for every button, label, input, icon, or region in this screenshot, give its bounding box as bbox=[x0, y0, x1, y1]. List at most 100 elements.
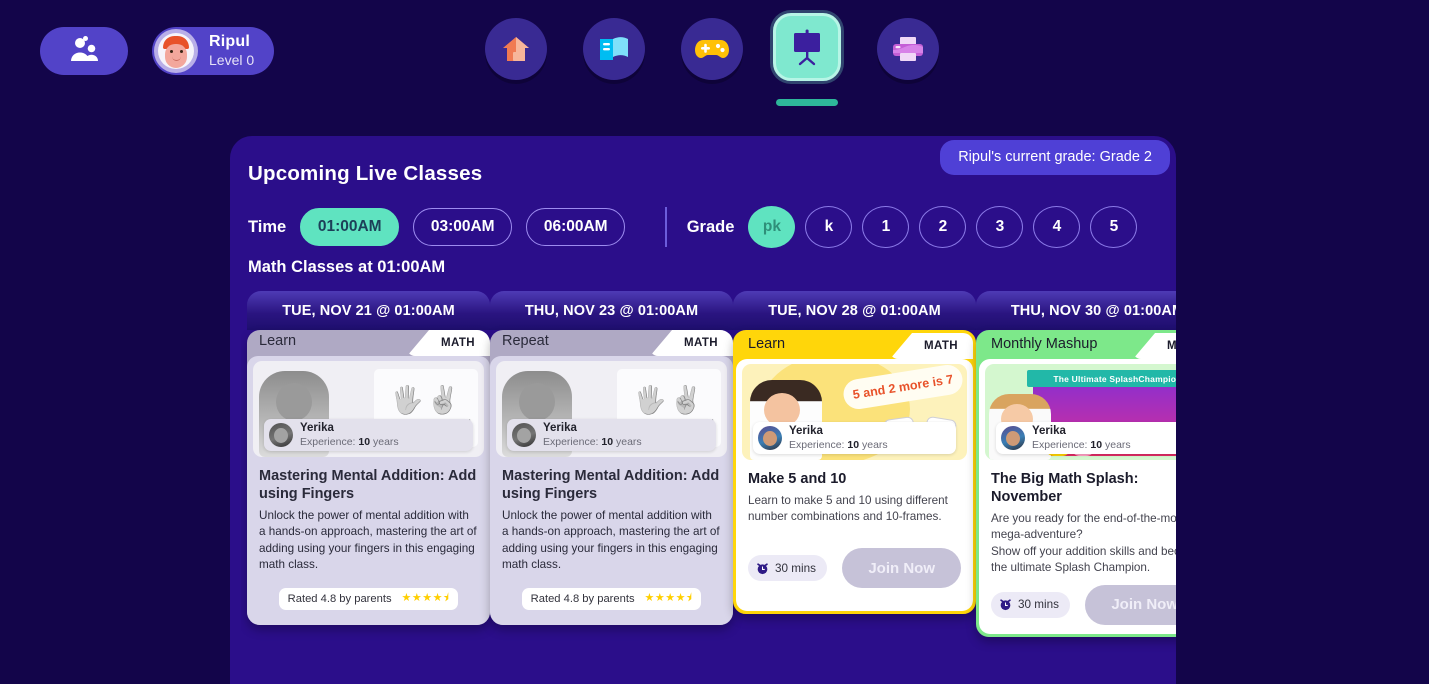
class-card-2[interactable]: TUE, NOV 28 @ 01:00AM Learn MATH 5 and 2… bbox=[733, 291, 976, 615]
rating-text: Rated 4.8 by parents bbox=[530, 592, 635, 605]
class-card-inner[interactable]: Monthly Mashup MATH The Ultimate SplashC… bbox=[976, 330, 1176, 637]
card-thumbnail: 🖐✌ 5 and 2 more is 7 Yerika Experience: … bbox=[496, 361, 727, 457]
card-description: Are you ready for the end-of-the-month m… bbox=[991, 512, 1176, 574]
card-content: Mastering Mental Addition: Add using Fin… bbox=[247, 457, 490, 573]
grade-option-4[interactable]: 4 bbox=[1033, 206, 1081, 248]
duration-badge: 30 mins bbox=[748, 555, 827, 582]
presentation-board-icon bbox=[773, 13, 841, 81]
card-title: The Big Math Splash: November bbox=[991, 471, 1139, 506]
class-card-3[interactable]: THU, NOV 30 @ 01:00AM Monthly Mashup MAT… bbox=[976, 291, 1176, 637]
duration-text: 30 mins bbox=[1018, 598, 1059, 612]
card-description: Unlock the power of mental addition with… bbox=[259, 509, 477, 571]
card-content: The Big Math Splash: November Are you re… bbox=[979, 460, 1176, 576]
card-body: 🖐✌ 5 and 2 more is 7 Yerika Experience: … bbox=[490, 356, 733, 625]
nav-item-games[interactable] bbox=[681, 18, 743, 80]
time-option-0[interactable]: 01:00AM bbox=[300, 208, 400, 246]
class-card-inner[interactable]: Repeat MATH 🖐✌ 5 and 2 more is 7 Y bbox=[490, 330, 733, 625]
profile-chip[interactable]: Ripul Level 0 bbox=[152, 27, 275, 75]
grade-option-1[interactable]: 1 bbox=[862, 206, 910, 248]
time-filter-label: Time bbox=[248, 217, 287, 236]
nav-item-live-classes[interactable] bbox=[773, 13, 847, 106]
filter-bar: Time 01:00AM 03:00AM 06:00AM Grade pk k … bbox=[248, 204, 1147, 250]
thumb-caption: The Ultimate SplashChampion bbox=[1027, 370, 1176, 387]
card-footer: Rated 4.8 by parents ★★★★⯨ bbox=[490, 573, 733, 625]
join-now-button[interactable]: Join Now bbox=[842, 548, 961, 589]
nav-item-home[interactable] bbox=[485, 18, 547, 80]
card-thumbnail: 5 and 2 more is 7 Yerika Experience: 10 … bbox=[742, 364, 967, 460]
card-content: Mastering Mental Addition: Add using Fin… bbox=[490, 457, 733, 573]
filter-divider bbox=[665, 207, 667, 247]
card-type-badge: Learn bbox=[259, 333, 297, 349]
grade-option-3[interactable]: 3 bbox=[976, 206, 1024, 248]
rating-text: Rated 4.8 by parents bbox=[287, 592, 392, 605]
nav-item-library[interactable] bbox=[583, 18, 645, 80]
teacher-name: Yerika bbox=[1032, 425, 1066, 438]
card-body: 5 and 2 more is 7 Yerika Experience: 10 … bbox=[736, 359, 973, 612]
card-footer: 30 mins Join Now bbox=[979, 576, 1176, 634]
card-badge-row: Learn MATH bbox=[247, 330, 490, 356]
teacher-info: Yerika Experience: 10 years bbox=[507, 419, 716, 451]
card-subject-tag: MATH bbox=[650, 330, 733, 356]
card-badge-row: Learn MATH bbox=[736, 333, 973, 359]
top-bar: Ripul Level 0 bbox=[0, 0, 1429, 106]
class-card-inner[interactable]: Learn MATH 🖐✌ 5 and 2 more is 7 Ye bbox=[247, 330, 490, 625]
teacher-info: Yerika Experience: 10 years bbox=[264, 419, 473, 451]
teacher-info: Yerika Experience: 10 years bbox=[753, 422, 956, 454]
card-body: 🖐✌ 5 and 2 more is 7 Yerika Experience: … bbox=[247, 356, 490, 625]
grade-option-k[interactable]: k bbox=[805, 206, 853, 248]
card-thumbnail: 🖐✌ 5 and 2 more is 7 Yerika Experience: … bbox=[253, 361, 484, 457]
card-subject-tag: MATH bbox=[407, 330, 490, 356]
card-date: TUE, NOV 21 @ 01:00AM bbox=[247, 291, 490, 330]
grade-option-pk[interactable]: pk bbox=[748, 206, 796, 248]
card-description: Learn to make 5 and 10 using different n… bbox=[748, 494, 948, 524]
class-card-list: TUE, NOV 21 @ 01:00AM Learn MATH 🖐✌ 5 an… bbox=[241, 291, 1176, 684]
class-card-0[interactable]: TUE, NOV 21 @ 01:00AM Learn MATH 🖐✌ 5 an… bbox=[247, 291, 490, 625]
teacher-avatar bbox=[512, 423, 536, 447]
class-card-1[interactable]: THU, NOV 23 @ 01:00AM Repeat MATH 🖐✌ 5 a… bbox=[490, 291, 733, 625]
card-thumbnail: The Ultimate SplashChampion Yerika Exper… bbox=[985, 364, 1176, 460]
nav-item-printables[interactable] bbox=[877, 18, 939, 80]
teacher-name: Yerika bbox=[300, 422, 334, 435]
teacher-name: Yerika bbox=[543, 422, 577, 435]
join-now-button[interactable]: Join Now bbox=[1085, 584, 1176, 625]
rating-stars: ★★★★⯨ bbox=[644, 592, 693, 605]
class-card-inner[interactable]: Learn MATH 5 and 2 more is 7 Yerika Expe… bbox=[733, 330, 976, 615]
alarm-clock-icon bbox=[999, 598, 1012, 611]
gamepad-icon bbox=[681, 18, 743, 80]
parents-zone-button[interactable] bbox=[40, 27, 128, 75]
card-subject-tag: MATH bbox=[1133, 333, 1176, 359]
card-date: TUE, NOV 28 @ 01:00AM bbox=[733, 291, 976, 330]
card-type-badge: Repeat bbox=[502, 333, 549, 349]
teacher-avatar bbox=[758, 426, 782, 450]
card-footer: Rated 4.8 by parents ★★★★⯨ bbox=[247, 573, 490, 625]
rating-stars: ★★★★⯨ bbox=[401, 592, 450, 605]
teacher-avatar bbox=[1001, 426, 1025, 450]
book-icon bbox=[583, 18, 645, 80]
card-description: Unlock the power of mental addition with… bbox=[502, 509, 720, 571]
parents-icon bbox=[69, 35, 99, 67]
teacher-experience: Experience: 10 years bbox=[300, 435, 399, 448]
teacher-info: Yerika Experience: 10 years bbox=[996, 422, 1176, 454]
profile-level: Level 0 bbox=[209, 52, 255, 69]
teacher-experience: Experience: 10 years bbox=[1032, 438, 1131, 451]
current-grade-badge: Ripul's current grade: Grade 2 bbox=[940, 140, 1170, 175]
card-date: THU, NOV 30 @ 01:00AM bbox=[976, 291, 1176, 330]
card-subject-tag: MATH bbox=[890, 333, 973, 359]
duration-badge: 30 mins bbox=[991, 591, 1070, 618]
hand-illustration: 🖐✌ bbox=[633, 384, 705, 415]
teacher-avatar bbox=[269, 423, 293, 447]
rating-badge: Rated 4.8 by parents ★★★★⯨ bbox=[521, 587, 702, 610]
card-footer: 30 mins Join Now bbox=[736, 525, 973, 611]
grade-filter-label: Grade bbox=[686, 217, 735, 236]
card-title: Mastering Mental Addition: Add using Fin… bbox=[502, 468, 720, 503]
time-option-1[interactable]: 03:00AM bbox=[413, 208, 513, 246]
grade-option-2[interactable]: 2 bbox=[919, 206, 967, 248]
rating-badge: Rated 4.8 by parents ★★★★⯨ bbox=[278, 587, 459, 610]
card-type-badge: Learn bbox=[748, 336, 786, 352]
section-subtitle: Math Classes at 01:00AM bbox=[248, 258, 446, 276]
card-badge-row: Monthly Mashup MATH bbox=[979, 333, 1176, 359]
page-title: Upcoming Live Classes bbox=[248, 162, 483, 185]
time-option-2[interactable]: 06:00AM bbox=[526, 208, 626, 246]
profile-name: Ripul bbox=[209, 33, 250, 51]
grade-option-5[interactable]: 5 bbox=[1090, 206, 1138, 248]
